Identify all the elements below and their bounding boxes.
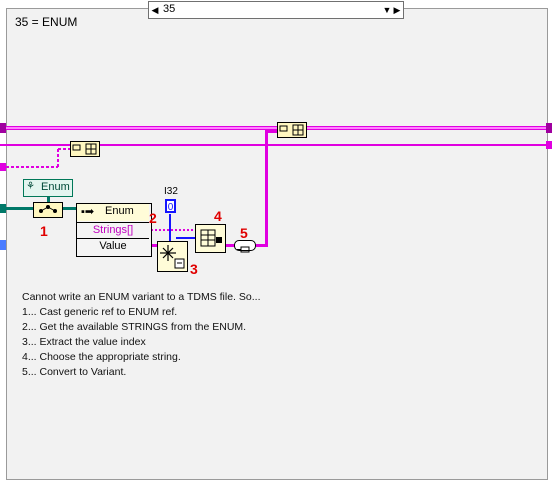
- property-strings-row[interactable]: Strings[]: [77, 222, 149, 238]
- block-diagram: ◀ 35 ▼ ▶ 35 = ENUM ⚘ Enum ▪➡ Enum String…: [0, 0, 552, 483]
- bundle-by-name-node-top[interactable]: [277, 122, 307, 138]
- to-variant-icon: [237, 246, 250, 253]
- enum-property-node[interactable]: ▪➡ Enum Strings[] Value: [76, 203, 152, 257]
- note-step-1: 1... Cast generic ref to ENUM ref.: [22, 306, 178, 318]
- step-number-2: 2: [149, 210, 157, 226]
- i32-constant[interactable]: 0: [165, 199, 176, 213]
- to-variant-node[interactable]: [234, 240, 256, 253]
- left-tunnel-refnum[interactable]: [0, 204, 6, 213]
- right-tunnel-second[interactable]: [546, 141, 552, 149]
- constant-type-label: I32: [164, 186, 178, 197]
- property-node-header: ▪➡ Enum: [77, 204, 149, 221]
- reference-icon: ▪➡: [81, 206, 95, 218]
- note-step-5: 5... Convert to Variant.: [22, 366, 127, 378]
- step-number-5: 5: [240, 225, 248, 241]
- note-step-4: 4... Choose the appropriate string.: [22, 351, 181, 363]
- note-step-3: 3... Extract the value index: [22, 336, 146, 348]
- variant-convert-icon: [160, 245, 185, 269]
- property-node-class: Enum: [105, 205, 134, 217]
- step-number-1: 1: [40, 223, 48, 239]
- note-step-2: 2... Get the available STRINGS from the …: [22, 321, 247, 333]
- bundle-icon: [72, 143, 97, 155]
- step-number-3: 3: [190, 261, 198, 277]
- cast-icon: [39, 205, 57, 213]
- bundle-icon: [279, 124, 304, 136]
- note-title: Cannot write an ENUM variant to a TDMS f…: [22, 291, 261, 303]
- enum-class-constant[interactable]: ⚘ Enum: [23, 179, 73, 197]
- hierarchy-icon: ⚘: [26, 181, 35, 192]
- class-ref-label: Enum: [41, 181, 70, 193]
- variant-to-data-node[interactable]: [157, 241, 188, 272]
- index-array-icon: [200, 229, 222, 247]
- left-tunnel-top[interactable]: [0, 123, 6, 133]
- to-more-specific-class-node[interactable]: [33, 202, 63, 218]
- bundle-by-name-node-left[interactable]: [70, 141, 100, 157]
- right-tunnel-top[interactable]: [546, 123, 552, 133]
- property-value-row[interactable]: Value: [77, 238, 149, 254]
- index-array-node[interactable]: [195, 224, 226, 253]
- step-number-4: 4: [214, 208, 222, 224]
- left-tunnel-variant[interactable]: [0, 163, 6, 171]
